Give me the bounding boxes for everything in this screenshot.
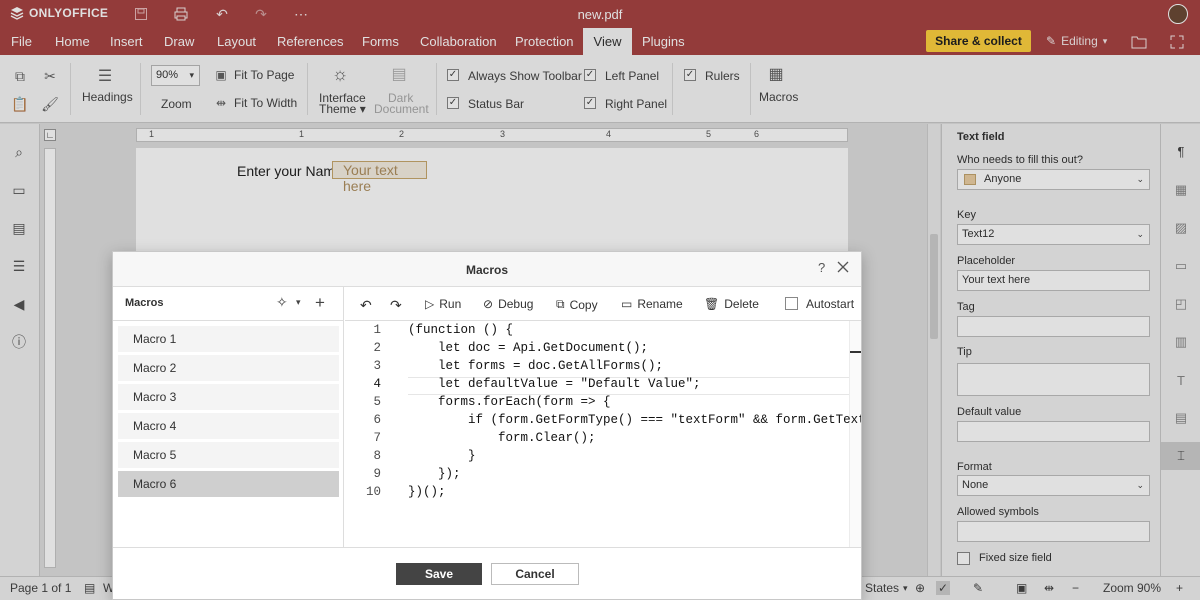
editor-scrollbar[interactable] [849, 321, 861, 547]
macro-list-panel: Macros ✧ ▾ + Macro 1 Macro 2 Macro 3 Mac… [113, 287, 344, 547]
line-number: 4 [373, 377, 381, 391]
delete-button[interactable]: 🗑 Delete [704, 297, 759, 311]
trash-icon: 🗑 [704, 297, 720, 311]
macros-dialog: Macros ? Macros ✧ ▾ + Macro 1 Macro 2 Ma… [112, 251, 862, 600]
rename-button[interactable]: ▭ Rename [621, 297, 683, 311]
copy-icon: ⧉ [556, 297, 565, 311]
code-line: (function () { [408, 323, 514, 337]
line-number: 8 [373, 449, 381, 463]
copy-button[interactable]: ⧉ Copy [556, 297, 598, 312]
macro-toolbar: ↶ ↷ ▷ Run ⊘ Debug ⧉ Copy ▭ Rename 🗑 Delete Au… [345, 287, 861, 321]
play-icon: ▷ [425, 297, 435, 311]
macro-item[interactable]: Macro 4 [118, 413, 339, 439]
macro-item[interactable]: Macro 2 [118, 355, 339, 381]
code-editor[interactable]: 1 2 3 4 5 6 7 8 9 10 (function () { let … [345, 321, 861, 547]
line-number: 1 [373, 323, 381, 337]
code-line: }); [408, 467, 461, 481]
help-icon[interactable]: ? [818, 260, 825, 275]
line-number: 10 [365, 485, 381, 499]
dialog-footer: Save Cancel [113, 547, 861, 600]
debug-icon: ⊘ [483, 297, 494, 311]
macro-item-selected[interactable]: Macro 6 [118, 471, 339, 497]
rename-icon: ▭ [621, 297, 633, 311]
macro-list-title: Macros [125, 297, 164, 309]
chevron-down-icon[interactable]: ▾ [296, 297, 301, 308]
close-icon[interactable] [836, 260, 850, 277]
cancel-button[interactable]: Cancel [491, 563, 579, 585]
redo-icon[interactable]: ↷ [390, 297, 402, 314]
code-line: forms.forEach(form => { [408, 395, 611, 409]
undo-icon[interactable]: ↶ [360, 297, 372, 314]
autostart-label: Autostart [806, 297, 855, 311]
debug-button[interactable]: ⊘ Debug [483, 297, 533, 311]
save-button[interactable]: Save [396, 563, 482, 585]
line-number: 2 [373, 341, 381, 355]
code-line: let forms = doc.GetAllForms(); [408, 359, 664, 373]
scroll-marker [850, 351, 861, 353]
macro-list-header: Macros ✧ ▾ + [113, 287, 343, 321]
macro-item[interactable]: Macro 3 [118, 384, 339, 410]
code-line: let doc = Api.GetDocument(); [408, 341, 649, 355]
line-number: 9 [373, 467, 381, 481]
code-line: let defaultValue = "Default Value"; [408, 377, 701, 391]
line-number: 7 [373, 431, 381, 445]
macro-item[interactable]: Macro 5 [118, 442, 339, 468]
run-button[interactable]: ▷ Run [425, 297, 461, 311]
code-line: } [408, 449, 476, 463]
macro-item[interactable]: Macro 1 [118, 326, 339, 352]
code-line: form.Clear(); [408, 431, 596, 445]
dialog-title: Macros [465, 263, 509, 277]
code-line: if (form.GetFormType() === "textForm" &&… [408, 413, 861, 427]
autostart-checkbox[interactable] [785, 297, 798, 310]
dialog-header: Macros ? [113, 252, 861, 287]
line-number: 5 [373, 395, 381, 409]
line-number: 3 [373, 359, 381, 373]
code-line: })(); [408, 485, 446, 499]
ai-magic-icon[interactable]: ✧ [276, 294, 288, 311]
add-macro-icon[interactable]: + [315, 293, 325, 313]
line-number: 6 [373, 413, 381, 427]
